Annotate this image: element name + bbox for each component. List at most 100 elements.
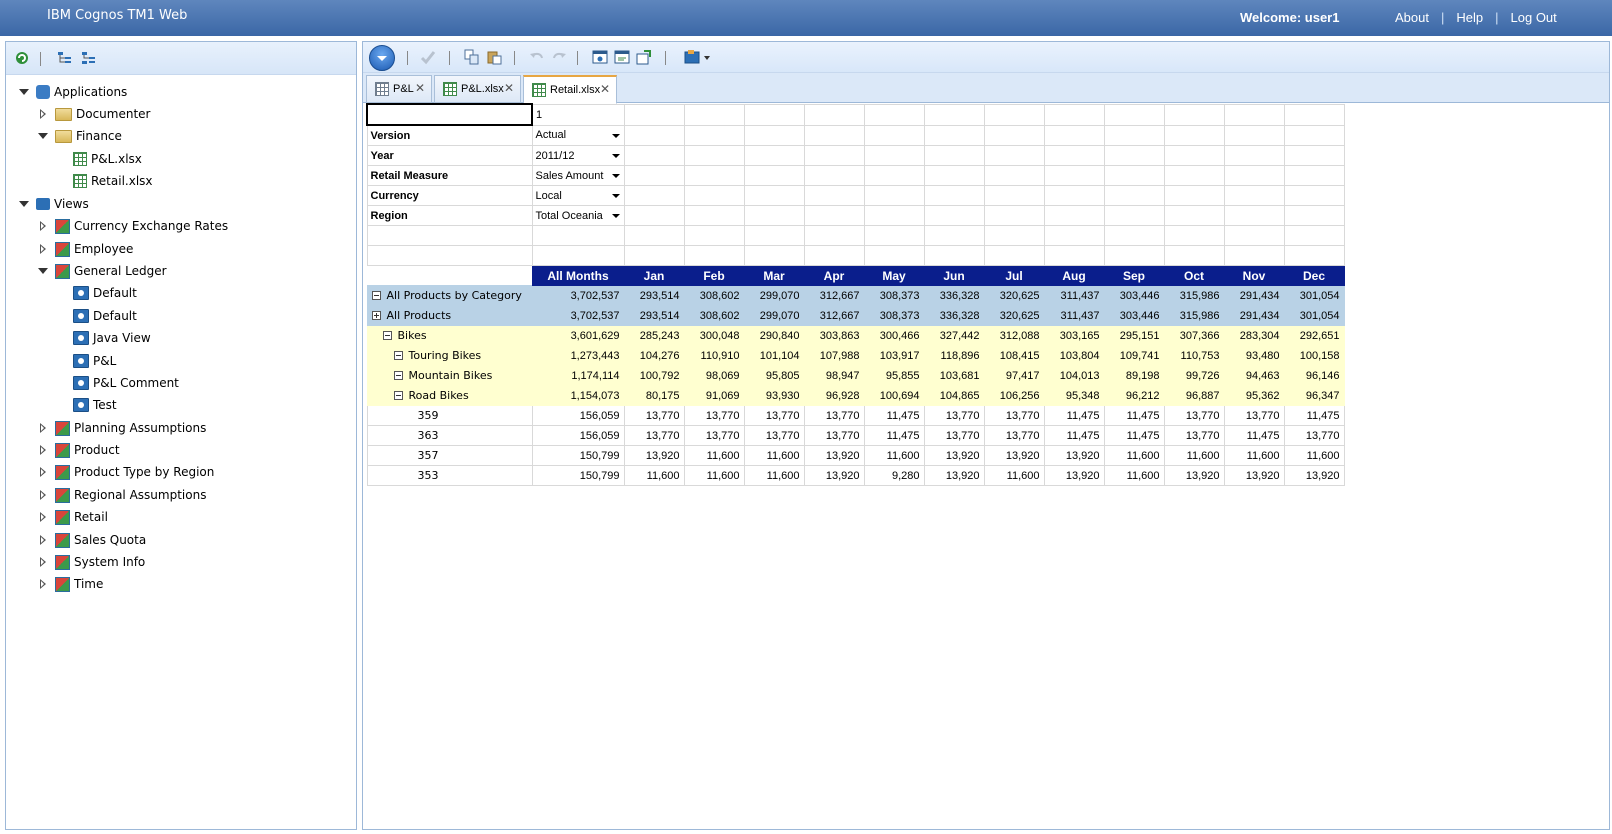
data-cell[interactable]: 327,442 [923, 325, 985, 346]
data-cell[interactable]: 11,600 [863, 445, 925, 466]
data-cell[interactable]: 299,070 [743, 285, 805, 306]
parameter-dropdown[interactable]: 2011/12 [531, 145, 625, 166]
data-cell[interactable]: 312,667 [803, 305, 865, 326]
data-cell[interactable]: 11,475 [863, 405, 925, 426]
data-cell[interactable]: 11,600 [743, 465, 805, 486]
data-cell[interactable]: 299,070 [743, 305, 805, 326]
row-label[interactable]: All Products [366, 305, 533, 326]
data-cell[interactable]: 308,602 [683, 305, 745, 326]
expand-plus-icon[interactable] [371, 310, 381, 320]
data-cell[interactable]: 13,920 [1043, 445, 1105, 466]
data-cell[interactable]: 11,475 [1103, 425, 1165, 446]
data-cell[interactable]: 156,059 [531, 405, 625, 426]
data-cell[interactable]: 118,896 [923, 345, 985, 366]
data-cell[interactable]: 13,920 [983, 445, 1045, 466]
collapse-minus-icon[interactable] [393, 350, 403, 360]
active-cell[interactable] [366, 103, 533, 126]
data-cell[interactable]: 11,600 [1223, 445, 1285, 466]
data-cell[interactable]: 96,347 [1283, 385, 1345, 406]
data-cell[interactable]: 104,013 [1043, 365, 1105, 386]
recalculate-icon[interactable] [614, 49, 630, 65]
data-cell[interactable]: 13,770 [1163, 405, 1225, 426]
data-cell[interactable]: 13,920 [803, 465, 865, 486]
data-cell[interactable]: 11,600 [1103, 465, 1165, 486]
data-cell[interactable]: 295,151 [1103, 325, 1165, 346]
tab-pl-xlsx[interactable]: P&L.xlsx ✕ [434, 75, 521, 103]
dropdown-arrow-icon[interactable] [611, 133, 620, 138]
data-cell[interactable]: 104,865 [923, 385, 985, 406]
tree-item-product[interactable]: Product [37, 440, 120, 460]
data-cell[interactable]: 91,069 [683, 385, 745, 406]
cell-value[interactable]: 1 [531, 103, 625, 126]
tree-item-system-info[interactable]: System Info [37, 552, 145, 572]
expand-arrow-icon[interactable] [37, 265, 49, 277]
collapse-tree-icon[interactable] [81, 50, 97, 66]
tree-item-applications[interactable]: Applications [18, 82, 127, 102]
copy-icon[interactable] [464, 49, 480, 65]
close-tab-icon[interactable]: ✕ [600, 82, 610, 96]
tree-item-pl-xlsx[interactable]: P&L.xlsx [73, 149, 142, 169]
tree-item-pl[interactable]: P&L [73, 351, 116, 371]
data-cell[interactable]: 11,600 [743, 445, 805, 466]
data-cell[interactable]: 13,920 [803, 445, 865, 466]
data-cell[interactable]: 13,920 [623, 445, 685, 466]
data-cell[interactable]: 98,947 [803, 365, 865, 386]
row-label[interactable]: 353 [366, 465, 533, 486]
data-cell[interactable]: 110,753 [1163, 345, 1225, 366]
data-cell[interactable]: 301,054 [1283, 305, 1345, 326]
data-cell[interactable]: 11,600 [683, 445, 745, 466]
data-cell[interactable]: 101,104 [743, 345, 805, 366]
collapse-arrow-icon[interactable] [37, 556, 49, 568]
tree-item-sales-quota[interactable]: Sales Quota [37, 530, 146, 550]
data-cell[interactable]: 11,600 [683, 465, 745, 486]
data-cell[interactable]: 107,988 [803, 345, 865, 366]
data-cell[interactable]: 95,805 [743, 365, 805, 386]
row-label[interactable]: Mountain Bikes [366, 365, 533, 386]
collapse-arrow-icon[interactable] [37, 422, 49, 434]
data-cell[interactable]: 150,799 [531, 445, 625, 466]
data-cell[interactable]: 11,475 [1103, 405, 1165, 426]
tree-item-retail-xlsx[interactable]: Retail.xlsx [73, 171, 153, 191]
data-cell[interactable]: 13,770 [983, 405, 1045, 426]
data-cell[interactable]: 109,741 [1103, 345, 1165, 366]
row-label[interactable]: 363 [366, 425, 533, 446]
data-cell[interactable]: 13,770 [983, 425, 1045, 446]
commit-checkmark-icon[interactable] [420, 49, 436, 65]
data-cell[interactable]: 13,920 [923, 445, 985, 466]
data-cell[interactable]: 150,799 [531, 465, 625, 486]
data-cell[interactable]: 303,446 [1103, 285, 1165, 306]
data-cell[interactable]: 308,373 [863, 305, 925, 326]
tab-retail-xlsx[interactable]: Retail.xlsx ✕ [523, 75, 617, 104]
tree-item-regional-assumptions[interactable]: Regional Assumptions [37, 485, 206, 505]
data-cell[interactable]: 94,463 [1223, 365, 1285, 386]
data-cell[interactable]: 13,770 [1223, 405, 1285, 426]
redo-icon[interactable] [551, 49, 567, 65]
tree-item-retail[interactable]: Retail [37, 507, 108, 527]
expand-arrow-icon[interactable] [37, 130, 49, 142]
parameter-dropdown[interactable]: Sales Amount [531, 165, 625, 186]
actions-menu-button[interactable] [369, 45, 395, 71]
data-cell[interactable]: 97,417 [983, 365, 1045, 386]
data-cell[interactable]: 95,855 [863, 365, 925, 386]
collapse-arrow-icon[interactable] [37, 466, 49, 478]
data-cell[interactable]: 13,770 [923, 425, 985, 446]
help-link[interactable]: Help [1456, 10, 1483, 25]
row-label[interactable]: Bikes [366, 325, 533, 346]
data-cell[interactable]: 13,770 [743, 405, 805, 426]
data-cell[interactable]: 1,174,114 [531, 365, 625, 386]
collapse-arrow-icon[interactable] [37, 220, 49, 232]
data-cell[interactable]: 110,910 [683, 345, 745, 366]
logout-link[interactable]: Log Out [1511, 10, 1557, 25]
data-cell[interactable]: 336,328 [923, 285, 985, 306]
data-cell[interactable]: 11,475 [863, 425, 925, 446]
data-cell[interactable]: 98,069 [683, 365, 745, 386]
data-cell[interactable]: 320,625 [983, 305, 1045, 326]
data-cell[interactable]: 96,887 [1163, 385, 1225, 406]
tree-item-documenter[interactable]: Documenter [37, 104, 150, 124]
row-label[interactable]: 357 [366, 445, 533, 466]
data-cell[interactable]: 100,694 [863, 385, 925, 406]
data-cell[interactable]: 11,600 [1103, 445, 1165, 466]
data-cell[interactable]: 301,054 [1283, 285, 1345, 306]
tree-item-planning-assumptions[interactable]: Planning Assumptions [37, 418, 206, 438]
about-link[interactable]: About [1395, 10, 1429, 25]
